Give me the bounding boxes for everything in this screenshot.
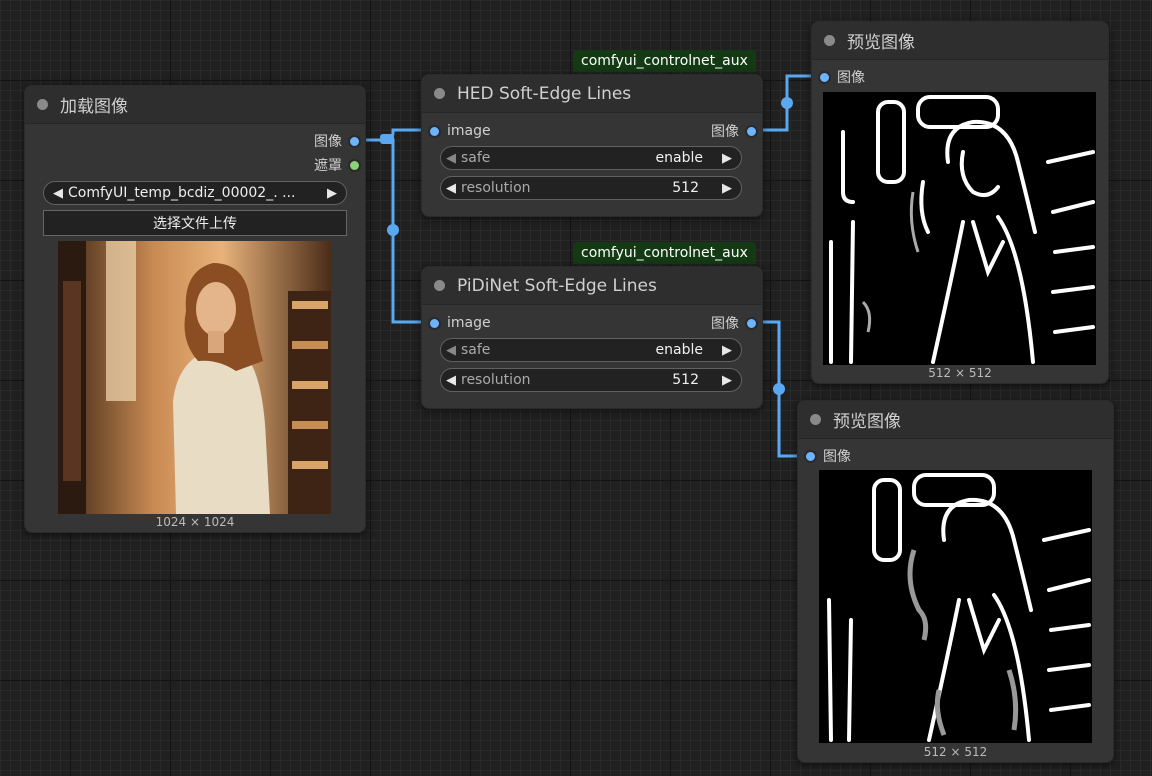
collapse-dot-icon[interactable] xyxy=(434,280,445,291)
input-dot-icon[interactable] xyxy=(818,70,831,84)
input-dot-icon[interactable] xyxy=(428,124,441,138)
preview-image-node-2[interactable]: 预览图像 图像 512 × 512 xyxy=(797,400,1114,763)
preview-edge-image xyxy=(819,470,1092,743)
right-arrow-icon[interactable]: ▶ xyxy=(322,186,342,201)
input-slot-image[interactable]: image xyxy=(428,312,491,334)
collapse-dot-icon[interactable] xyxy=(810,414,821,425)
output-label: 图像 xyxy=(711,124,739,140)
input-label: 图像 xyxy=(823,449,851,465)
output-slot-image[interactable]: 图像 xyxy=(314,130,361,152)
hed-soft-edge-node[interactable]: HED Soft-Edge Lines image 图像 ◀ safe enab… xyxy=(421,74,763,217)
left-arrow-icon[interactable]: ◀ xyxy=(48,186,68,201)
input-label: image xyxy=(447,123,491,139)
safe-combo[interactable]: ◀ safe enable ▶ xyxy=(440,338,742,362)
output-slot-mask[interactable]: 遮罩 xyxy=(314,154,361,176)
collapse-dot-icon[interactable] xyxy=(824,35,835,46)
widget-value: 512 xyxy=(672,180,699,196)
left-arrow-icon[interactable]: ◀ xyxy=(441,151,461,166)
image-dimensions: 512 × 512 xyxy=(923,745,988,759)
right-arrow-icon[interactable]: ▶ xyxy=(717,181,737,196)
image-dimensions: 512 × 512 xyxy=(928,366,992,380)
output-dot-icon[interactable] xyxy=(745,316,758,330)
widget-name: resolution xyxy=(461,372,531,388)
left-arrow-icon[interactable]: ◀ xyxy=(441,181,461,196)
left-arrow-icon[interactable]: ◀ xyxy=(441,373,461,388)
node-title: 预览图像 xyxy=(833,412,901,432)
widget-value: enable xyxy=(655,342,703,358)
node-title-bar[interactable]: 预览图像 xyxy=(798,401,1113,439)
load-image-node[interactable]: 加载图像 图像 遮罩 ◀ ComfyUI_temp_bcdiz_00002_. … xyxy=(24,85,366,533)
widget-name: safe xyxy=(461,342,491,358)
loaded-image xyxy=(58,241,331,514)
node-title-bar[interactable]: 预览图像 xyxy=(812,22,1108,60)
link-reroute-dot xyxy=(781,97,793,109)
safe-combo[interactable]: ◀ safe enable ▶ xyxy=(440,146,742,170)
output-dot-icon[interactable] xyxy=(745,124,758,138)
input-dot-icon[interactable] xyxy=(804,449,817,463)
node-title-bar[interactable]: 加载图像 xyxy=(25,86,365,124)
pidinet-edge-map-image xyxy=(827,473,1091,742)
left-arrow-icon[interactable]: ◀ xyxy=(441,343,461,358)
output-label: 图像 xyxy=(314,134,342,150)
preview-edge-image xyxy=(823,92,1096,365)
upload-button[interactable]: 选择文件上传 xyxy=(43,210,347,236)
output-slot-image[interactable]: 图像 xyxy=(711,312,758,334)
node-source-badge: comfyui_controlnet_aux xyxy=(573,242,756,264)
output-label: 图像 xyxy=(711,316,739,332)
node-title: HED Soft-Edge Lines xyxy=(457,83,632,104)
upload-label: 选择文件上传 xyxy=(153,216,237,232)
hed-edge-map-image xyxy=(829,95,1095,364)
preview-image-node-1[interactable]: 预览图像 图像 512 × 512 xyxy=(811,21,1109,384)
file-value: ComfyUI_temp_bcdiz_00002_. ... xyxy=(68,185,296,201)
widget-value: enable xyxy=(655,150,703,166)
right-arrow-icon[interactable]: ▶ xyxy=(717,343,737,358)
pidinet-soft-edge-node[interactable]: PiDiNet Soft-Edge Lines image 图像 ◀ safe … xyxy=(421,266,763,409)
link-reroute-dot xyxy=(387,224,399,236)
image-dimensions: 1024 × 1024 xyxy=(155,515,235,529)
input-slot-image[interactable]: 图像 xyxy=(804,445,851,467)
collapse-dot-icon[interactable] xyxy=(434,88,445,99)
resolution-number[interactable]: ◀ resolution 512 ▶ xyxy=(440,176,742,200)
node-title: PiDiNet Soft-Edge Lines xyxy=(457,275,657,296)
file-select-combo[interactable]: ◀ ComfyUI_temp_bcdiz_00002_. ... ▶ xyxy=(43,181,347,205)
right-arrow-icon[interactable]: ▶ xyxy=(717,373,737,388)
node-title-bar[interactable]: PiDiNet Soft-Edge Lines xyxy=(422,267,762,305)
resolution-number[interactable]: ◀ resolution 512 ▶ xyxy=(440,368,742,392)
input-label: 图像 xyxy=(837,70,865,86)
input-slot-image[interactable]: 图像 xyxy=(818,66,865,88)
widget-name: safe xyxy=(461,150,491,166)
node-title: 预览图像 xyxy=(847,33,915,53)
woman-photo-image xyxy=(58,241,331,514)
node-source-badge: comfyui_controlnet_aux xyxy=(573,50,756,72)
input-slot-image[interactable]: image xyxy=(428,120,491,142)
link-reroute-dot xyxy=(773,383,785,395)
widget-name: resolution xyxy=(461,180,531,196)
output-slot-image[interactable]: 图像 xyxy=(711,120,758,142)
input-label: image xyxy=(447,315,491,331)
widget-value: 512 xyxy=(672,372,699,388)
node-title-bar[interactable]: HED Soft-Edge Lines xyxy=(422,75,762,113)
output-dot-icon[interactable] xyxy=(348,134,361,148)
input-dot-icon[interactable] xyxy=(428,316,441,330)
collapse-dot-icon[interactable] xyxy=(37,99,48,110)
node-title: 加载图像 xyxy=(60,97,128,117)
output-label: 遮罩 xyxy=(314,158,342,174)
output-dot-icon[interactable] xyxy=(348,158,361,172)
right-arrow-icon[interactable]: ▶ xyxy=(717,151,737,166)
link-junction xyxy=(380,134,394,144)
